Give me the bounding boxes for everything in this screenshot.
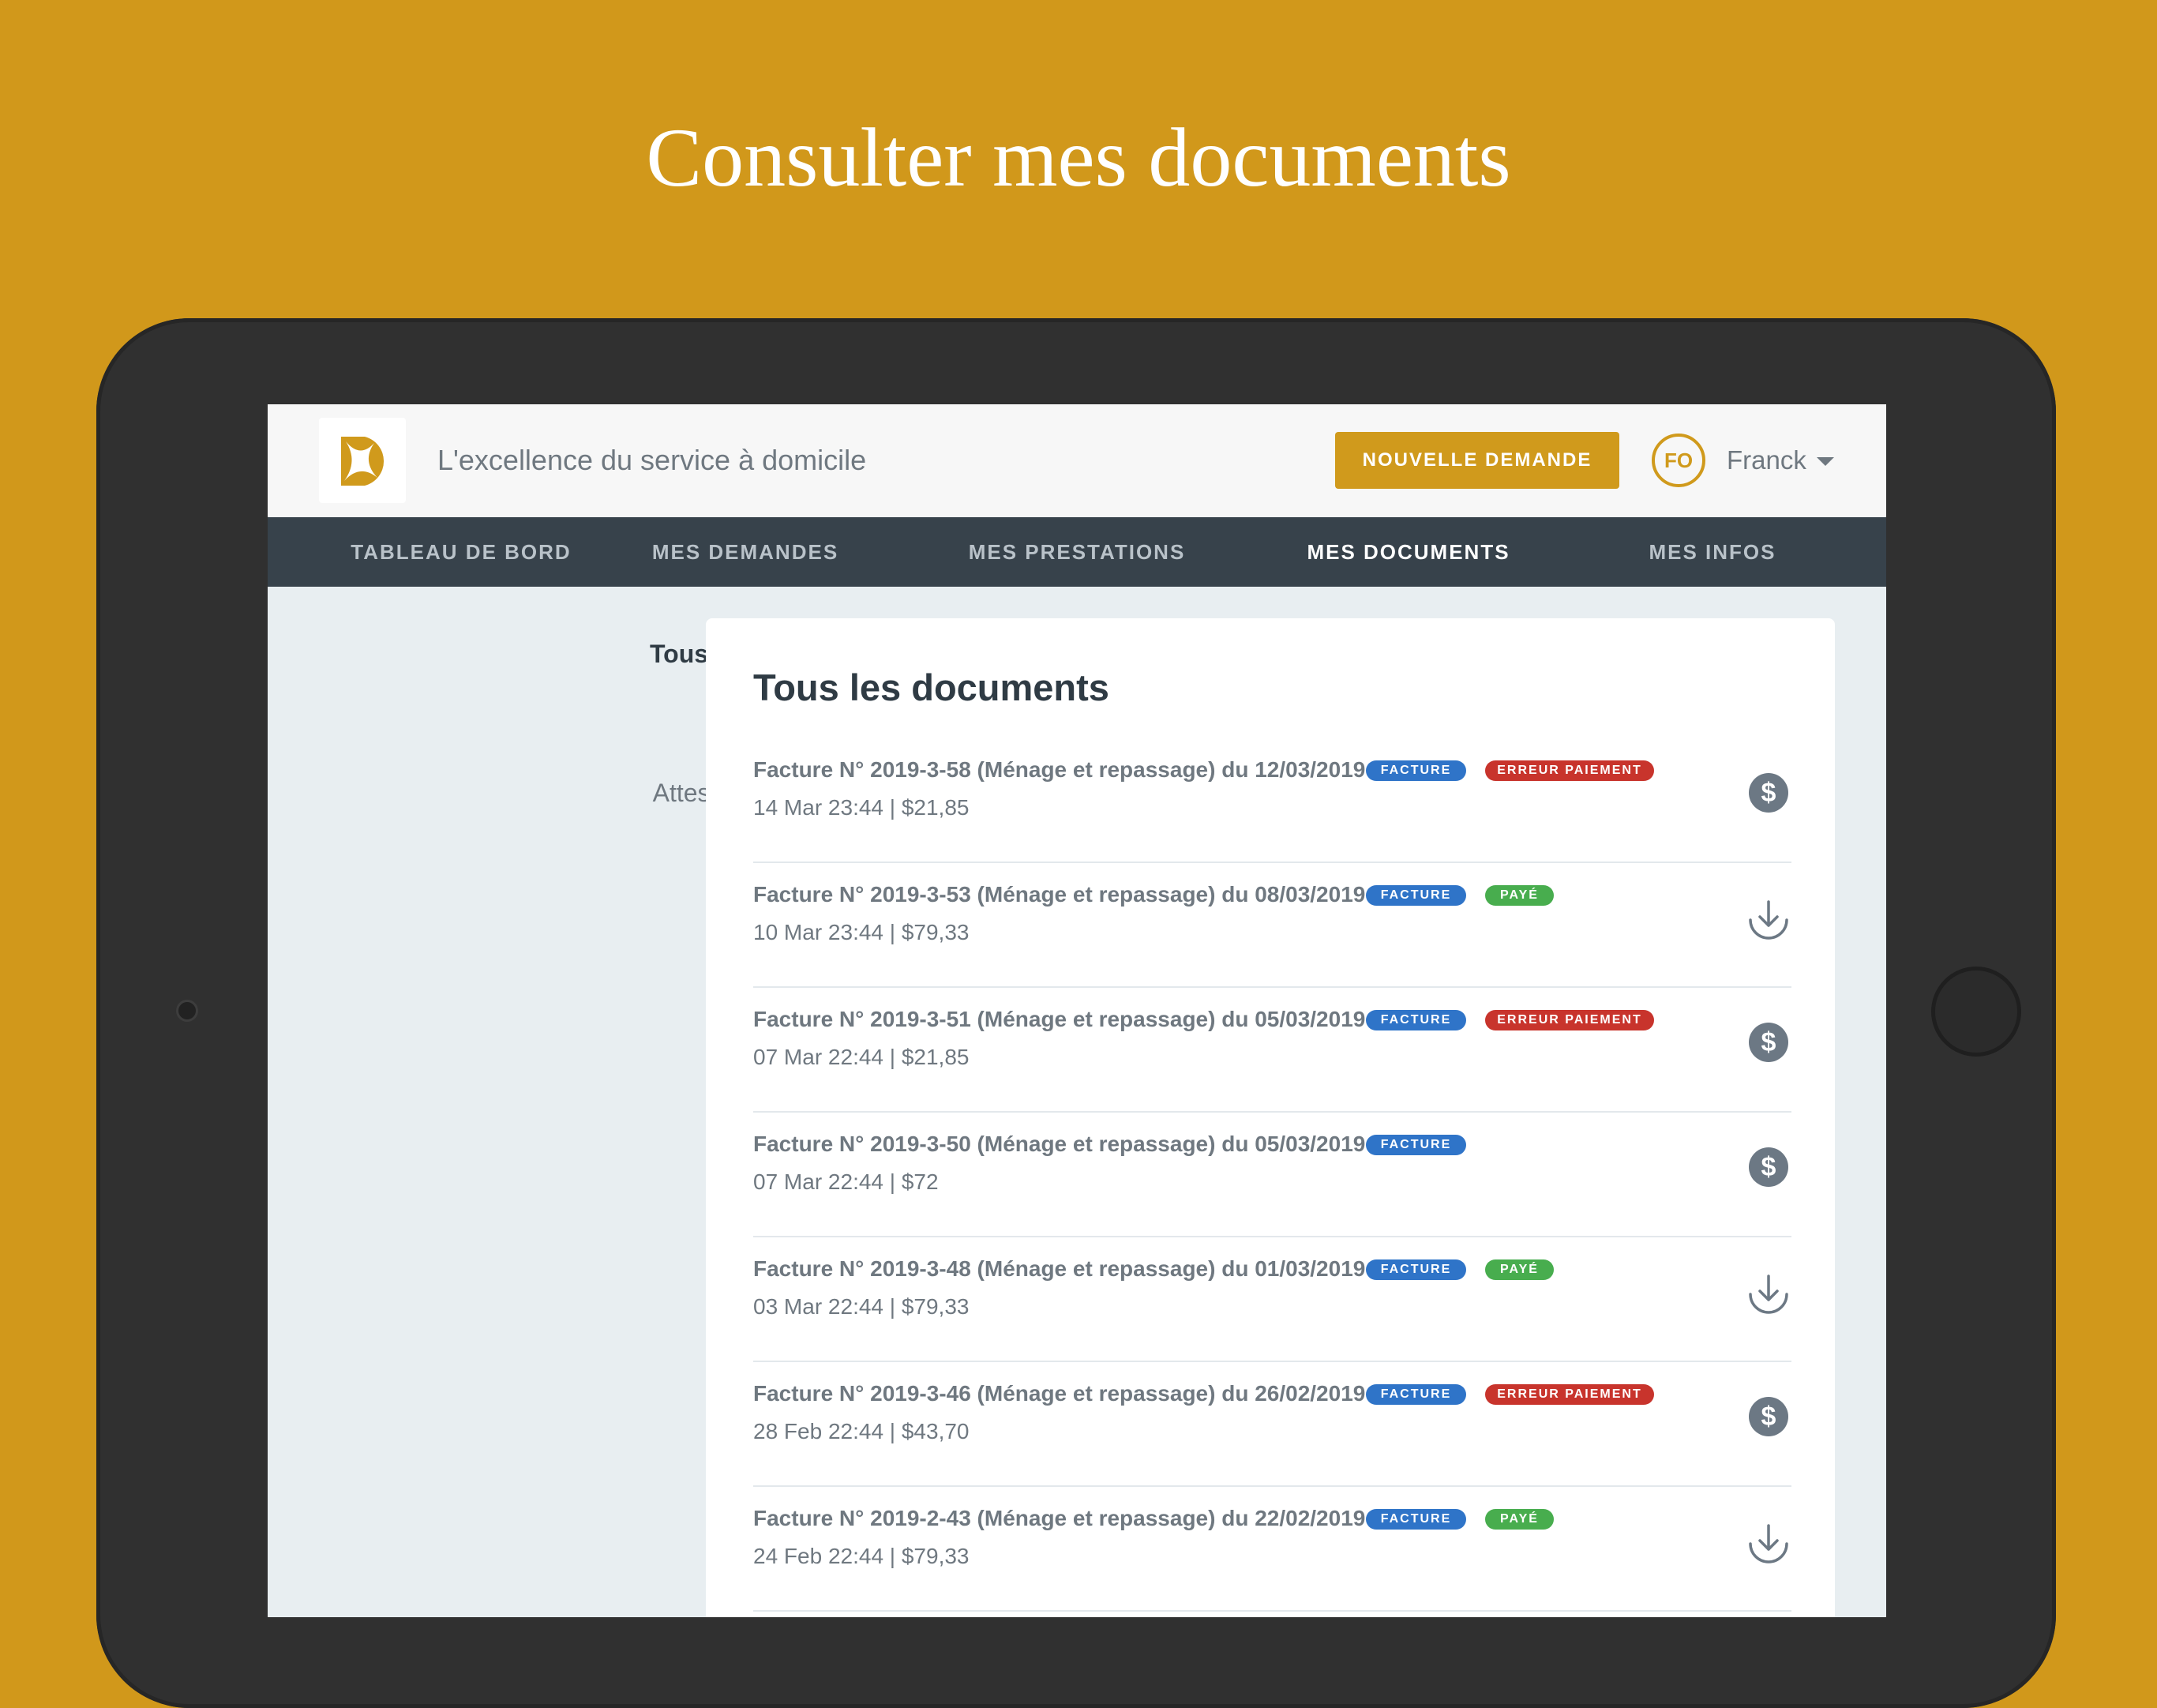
document-title[interactable]: Facture N° 2019-3-58 (Ménage et repassag…: [753, 754, 1365, 786]
document-meta: 07 Mar 22:44 | $21,85: [753, 1045, 970, 1069]
type-badge: FACTURE: [1366, 760, 1466, 781]
document-row[interactable]: Facture N° 2019-3-53 (Ménage et repassag…: [753, 862, 1791, 988]
new-request-button[interactable]: NOUVELLE DEMANDE: [1335, 432, 1619, 489]
document-row[interactable]: Facture N° 2019-3-50 (Ménage et repassag…: [753, 1111, 1791, 1237]
document-meta: 07 Mar 22:44 | $72: [753, 1169, 939, 1194]
document-meta: 14 Mar 23:44 | $21,85: [753, 795, 970, 820]
user-name[interactable]: Franck: [1727, 442, 1806, 479]
document-row[interactable]: Facture N° 2019-3-51 (Ménage et repassag…: [753, 986, 1791, 1113]
home-button[interactable]: [1931, 967, 2021, 1057]
document-row[interactable]: Facture N° 2019-3-58 (Ménage et repassag…: [753, 737, 1791, 863]
pay-button[interactable]: $: [1746, 1020, 1791, 1064]
nav-mes-demandes[interactable]: MES DEMANDES: [607, 517, 883, 587]
dollar-icon: $: [1749, 1023, 1788, 1062]
type-badge: FACTURE: [1366, 1259, 1466, 1280]
download-icon: [1749, 1524, 1788, 1563]
status-badge: PAYÉ: [1485, 1509, 1554, 1530]
app-screen: L'excellence du service à domicile NOUVE…: [268, 404, 1886, 1617]
type-badge: FACTURE: [1366, 885, 1466, 906]
dollar-icon: $: [1749, 773, 1788, 813]
pay-button[interactable]: $: [1746, 1395, 1791, 1439]
page-headline: Consulter mes documents: [646, 111, 1511, 204]
nav-mes-infos[interactable]: MES INFOS: [1594, 517, 1831, 587]
document-title[interactable]: Facture N° 2019-3-51 (Ménage et repassag…: [753, 1004, 1365, 1035]
document-meta: 03 Mar 22:44 | $79,33: [753, 1294, 970, 1319]
type-badge: FACTURE: [1366, 1509, 1466, 1530]
download-button[interactable]: [1746, 1519, 1791, 1563]
panel-title: Tous les documents: [753, 666, 1109, 708]
status-badge: ERREUR PAIEMENT: [1485, 760, 1654, 781]
document-row[interactable]: Facture N° 2019-3-46 (Ménage et repassag…: [753, 1361, 1791, 1487]
camera-icon: [176, 1000, 198, 1022]
document-row[interactable]: Facture N° 2019-2-43 (Ménage et repassag…: [753, 1485, 1791, 1612]
status-badge: ERREUR PAIEMENT: [1485, 1010, 1654, 1030]
status-badge: PAYÉ: [1485, 1259, 1554, 1280]
status-badge: ERREUR PAIEMENT: [1485, 1384, 1654, 1405]
type-badge: FACTURE: [1366, 1135, 1466, 1155]
document-meta: 28 Feb 22:44 | $43,70: [753, 1419, 970, 1443]
avatar[interactable]: FO: [1652, 434, 1705, 487]
document-title[interactable]: Facture N° 2019-3-53 (Ménage et repassag…: [753, 879, 1365, 910]
document-row[interactable]: Facture N° 2019-3-48 (Ménage et repassag…: [753, 1236, 1791, 1362]
nav-mes-documents[interactable]: MES DOCUMENTS: [1255, 517, 1562, 587]
pay-button[interactable]: $: [1746, 1145, 1791, 1189]
pay-button[interactable]: $: [1746, 771, 1791, 815]
dollar-icon: $: [1749, 1397, 1788, 1436]
main-nav: TABLEAU DE BORD MES DEMANDES MES PRESTAT…: [268, 517, 1886, 587]
logo-icon: [341, 437, 385, 486]
document-title[interactable]: Facture N° 2019-3-46 (Ménage et repassag…: [753, 1378, 1365, 1410]
tagline: L'excellence du service à domicile: [437, 444, 867, 476]
document-meta: 24 Feb 22:44 | $79,33: [753, 1544, 970, 1568]
document-title[interactable]: Facture N° 2019-3-50 (Ménage et repassag…: [753, 1128, 1365, 1160]
chevron-down-icon[interactable]: [1817, 457, 1834, 466]
document-title[interactable]: Facture N° 2019-2-43 (Ménage et repassag…: [753, 1503, 1365, 1534]
download-icon: [1749, 1274, 1788, 1314]
dollar-icon: $: [1749, 1147, 1788, 1187]
download-button[interactable]: [1746, 895, 1791, 940]
nav-tableau-de-bord[interactable]: TABLEAU DE BORD: [315, 517, 607, 587]
download-icon: [1749, 900, 1788, 940]
document-meta: 10 Mar 23:44 | $79,33: [753, 920, 970, 944]
logo[interactable]: [319, 418, 406, 503]
type-badge: FACTURE: [1366, 1384, 1466, 1405]
documents-panel: Tous les documents Facture N° 2019-3-58 …: [706, 618, 1835, 1617]
document-title[interactable]: Facture N° 2019-3-48 (Ménage et repassag…: [753, 1253, 1365, 1285]
nav-mes-prestations[interactable]: MES PRESTATIONS: [923, 517, 1231, 587]
header-bar: L'excellence du service à domicile NOUVE…: [268, 404, 1886, 518]
download-button[interactable]: [1746, 1270, 1791, 1314]
status-badge: PAYÉ: [1485, 885, 1554, 906]
type-badge: FACTURE: [1366, 1010, 1466, 1030]
